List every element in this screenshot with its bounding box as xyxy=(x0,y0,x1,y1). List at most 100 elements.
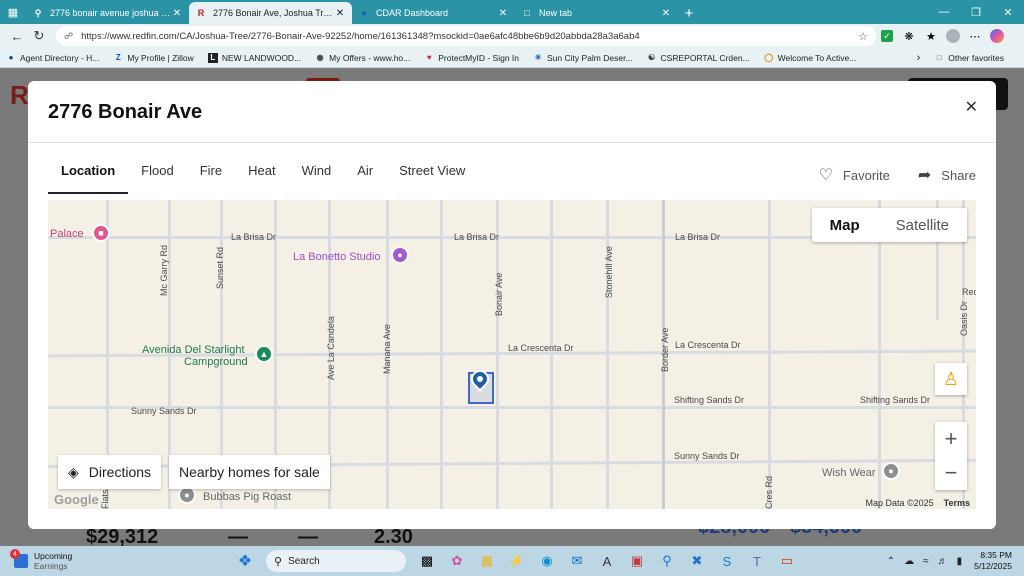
studio-pin-icon[interactable]: ● xyxy=(391,246,409,264)
copilot-app-icon[interactable]: ✿ xyxy=(445,549,469,573)
bookmark-my-offers[interactable]: ◉ My Offers - www.ho... xyxy=(315,53,411,63)
browser-tab-1[interactable]: ⚲ 2776 bonair avenue joshua tree c ✕ xyxy=(26,2,189,24)
tab-close-icon[interactable]: ✕ xyxy=(334,8,346,19)
bookmark-csreportal[interactable]: ☯ CSREPORTAL Crden... xyxy=(647,53,750,63)
bookmark-landwood[interactable]: L NEW LANDWOOD... xyxy=(207,52,301,63)
other-favorites-folder[interactable]: □ Other favorites xyxy=(934,53,1004,63)
edge-browser-icon[interactable]: ◉ xyxy=(535,549,559,573)
teams-icon[interactable]: T xyxy=(745,549,769,573)
bookmark-welcome-active[interactable]: ◯ Welcome To Active... xyxy=(764,53,856,63)
modal-title: 2776 Bonair Ave xyxy=(48,101,203,123)
map-canvas[interactable]: La Brisa Dr La Brisa Dr La Brisa Dr La C… xyxy=(48,200,976,509)
zoom-in-button[interactable]: + xyxy=(935,422,967,456)
taskbar-search[interactable]: ⚲ Search xyxy=(266,550,406,572)
news-app-icon[interactable]: ▣ xyxy=(625,549,649,573)
new-tab-plus-icon[interactable]: + xyxy=(678,2,700,24)
tab-close-icon[interactable]: ✕ xyxy=(660,8,672,19)
chevron-up-icon[interactable]: ⌃ xyxy=(887,556,895,567)
widgets-button[interactable]: 4 Upcoming Earnings xyxy=(0,549,230,571)
poi-campground-type[interactable]: Campground xyxy=(184,356,248,368)
lock-icon[interactable]: ☍ xyxy=(64,31,73,42)
cdar-favicon-icon: ● xyxy=(361,8,367,18)
tab-fire[interactable]: Fire xyxy=(187,163,235,194)
file-explorer-icon[interactable]: ▦ xyxy=(475,549,499,573)
road-label: La Brisa Dr xyxy=(454,232,500,242)
browser-tab-2[interactable]: R 2776 Bonair Ave, Joshua Tree, CA ✕ xyxy=(189,2,352,24)
landwood-icon: L xyxy=(207,52,218,63)
profile-avatar-icon[interactable] xyxy=(942,25,964,47)
street-view-pegman-icon[interactable]: ♙ xyxy=(935,363,967,395)
extension-check-icon[interactable]: ✓ xyxy=(876,25,898,47)
terms-link[interactable]: Terms xyxy=(944,498,970,508)
tab-heat[interactable]: Heat xyxy=(235,163,288,194)
campground-pin-icon[interactable]: ▲ xyxy=(255,345,273,363)
browser-tab-4[interactable]: □ New tab ✕ xyxy=(515,2,678,24)
battery-icon[interactable]: ▮ xyxy=(957,556,963,567)
windows-start-icon[interactable]: ❖ xyxy=(233,549,257,573)
outlook-icon[interactable]: ✉ xyxy=(565,549,589,573)
hotel-pin-icon[interactable]: ■ xyxy=(92,224,110,242)
close-icon[interactable]: ✕ xyxy=(965,97,978,117)
bookmark-protectmyid[interactable]: ♥ ProtectMyID - Sign In xyxy=(424,53,519,63)
sync-app-icon[interactable]: ✖ xyxy=(685,549,709,573)
more-menu-icon[interactable]: ⋯ xyxy=(964,25,986,47)
poi-studio[interactable]: La Bonetto Studio xyxy=(293,251,380,263)
poi-campground-name[interactable]: Avenida Del Starlight xyxy=(142,344,245,356)
volume-icon[interactable]: ♬ xyxy=(938,556,948,567)
tab-location[interactable]: Location xyxy=(48,163,129,194)
task-view-icon[interactable]: ▩ xyxy=(415,549,439,573)
office-icon[interactable]: ▭ xyxy=(775,549,799,573)
reload-icon[interactable]: ↻ xyxy=(28,25,50,47)
close-window-icon[interactable]: ✕ xyxy=(992,0,1024,24)
road-label: Manana Ave xyxy=(382,324,392,374)
bookmark-star-icon[interactable]: ☆ xyxy=(858,30,868,43)
power-automate-icon[interactable]: ⚡ xyxy=(505,549,529,573)
back-arrow-icon[interactable]: ← xyxy=(6,25,28,47)
zoom-out-button[interactable]: − xyxy=(935,456,967,490)
shop-pin-icon[interactable]: ● xyxy=(882,462,900,480)
person-icon: ● xyxy=(8,53,14,62)
clock[interactable]: 8:35 PM 5/12/2025 xyxy=(974,550,1012,572)
maximize-icon[interactable]: ❐ xyxy=(960,0,992,24)
skype-icon[interactable]: S xyxy=(715,549,739,573)
map-view-button[interactable]: Map xyxy=(812,208,878,242)
directions-button[interactable]: ◈ Directions xyxy=(58,455,162,489)
road-label: Shifting Sands Dr xyxy=(860,395,931,405)
access-app-icon[interactable]: A xyxy=(595,549,619,573)
road-label: Cres Rd xyxy=(764,475,774,509)
tab-flood[interactable]: Flood xyxy=(128,163,187,194)
bookmark-zillow[interactable]: Z My Profile | Zillow xyxy=(113,53,194,63)
tab-street-view[interactable]: Street View xyxy=(386,163,478,194)
favorites-icon[interactable]: ★ xyxy=(920,25,942,47)
browser-tab-strip: ▦ ⚲ 2776 bonair avenue joshua tree c ✕ R… xyxy=(0,0,1024,24)
minimize-icon[interactable]: — xyxy=(928,0,960,24)
share-arrow-icon: ➦ xyxy=(917,167,932,184)
nearby-homes-button[interactable]: Nearby homes for sale xyxy=(169,455,330,489)
behind-price: $29,312 xyxy=(86,526,159,546)
wifi-icon[interactable]: ≈ xyxy=(923,556,929,567)
bookmark-sun-city[interactable]: ☀ Sun City Palm Deser... xyxy=(533,53,632,63)
address-bar[interactable]: ☍ https://www.redfin.com/CA/Joshua-Tree/… xyxy=(56,26,876,46)
satellite-view-button[interactable]: Satellite xyxy=(878,208,967,242)
browser-tab-3[interactable]: ● CDAR Dashboard ✕ xyxy=(352,2,515,24)
tab-wind[interactable]: Wind xyxy=(289,163,345,194)
modal-tabs: Location Flood Fire Heat Wind Air Street… xyxy=(48,163,478,194)
folder-icon: □ xyxy=(936,53,942,62)
copilot-icon[interactable] xyxy=(986,25,1008,47)
poi-wish-wear[interactable]: Wish Wear xyxy=(822,467,876,479)
favorite-button[interactable]: ♡ Favorite xyxy=(819,165,890,185)
maps-pin-icon[interactable]: ⚲ xyxy=(655,549,679,573)
tab-actions-icon[interactable]: ▦ xyxy=(0,0,26,24)
tab-close-icon[interactable]: ✕ xyxy=(497,8,509,19)
extensions-puzzle-icon[interactable]: ❋ xyxy=(898,25,920,47)
share-button[interactable]: ➦ Share xyxy=(918,165,976,185)
heart-icon: ♡ xyxy=(818,167,833,184)
poi-palace[interactable]: Palace xyxy=(50,228,84,240)
google-logo[interactable]: Google xyxy=(54,492,99,507)
chevron-right-icon[interactable]: › xyxy=(917,52,921,64)
cloud-icon[interactable]: ☁ xyxy=(904,556,914,567)
poi-bubbas[interactable]: Bubbas Pig Roast xyxy=(203,491,291,503)
tab-close-icon[interactable]: ✕ xyxy=(171,8,183,19)
bookmark-agent-directory[interactable]: ● Agent Directory - H... xyxy=(6,53,100,63)
tab-air[interactable]: Air xyxy=(344,163,386,194)
